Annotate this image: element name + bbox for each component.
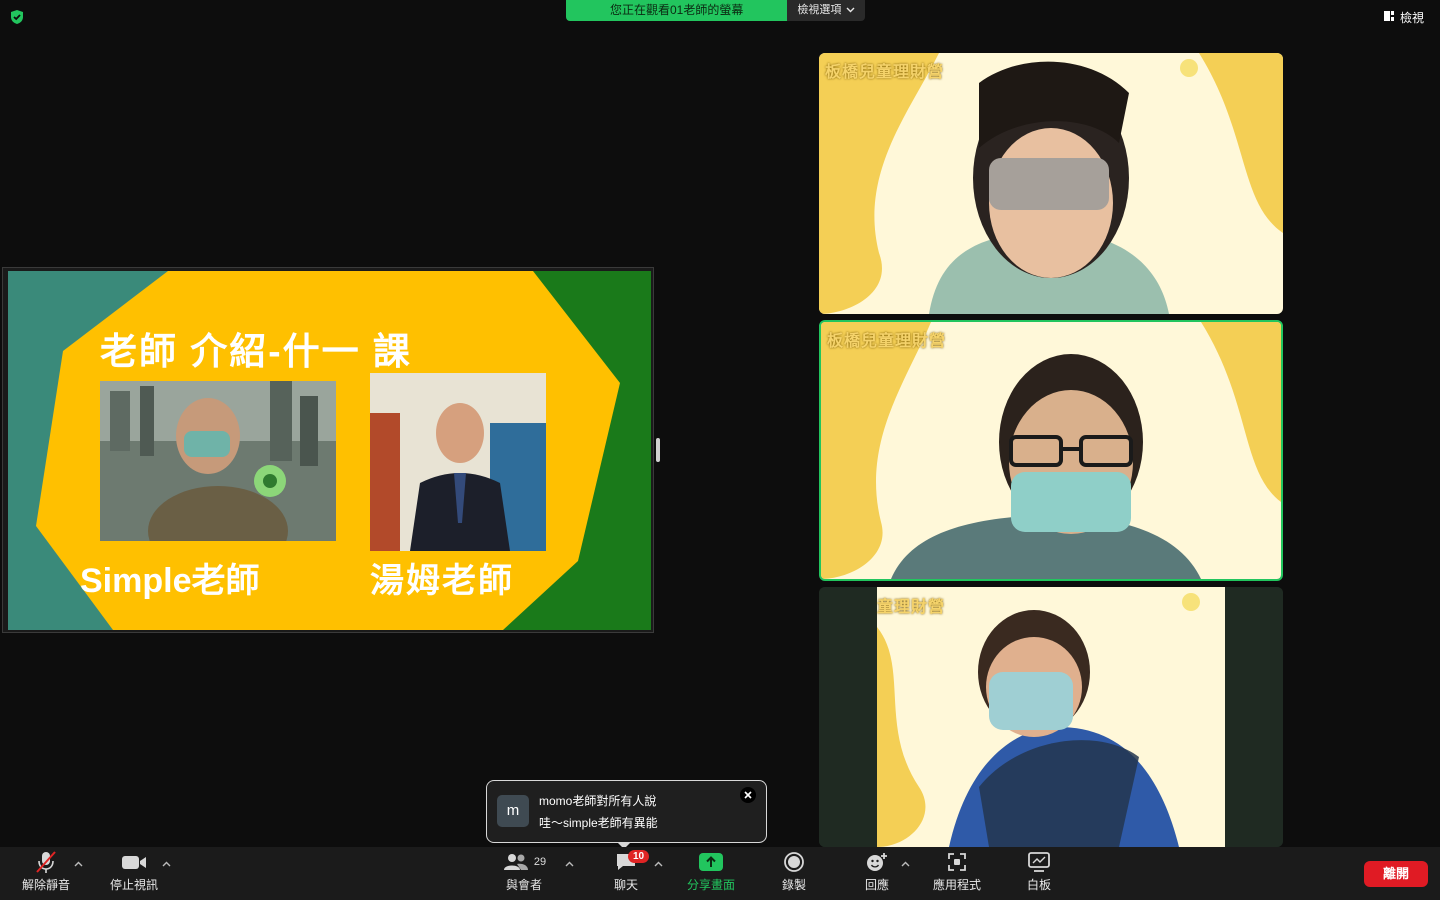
chevron-up-icon: [74, 861, 83, 867]
view-options-button[interactable]: 檢視選項: [787, 0, 866, 21]
video-camera-icon: [120, 847, 148, 877]
apps-label: 應用程式: [932, 878, 981, 892]
participants-options-caret[interactable]: [565, 859, 574, 870]
record-button[interactable]: 錄製: [774, 847, 814, 900]
chevron-up-icon: [162, 861, 171, 867]
view-button[interactable]: 檢視: [1383, 9, 1424, 26]
share-screen-button[interactable]: 分享畫面: [682, 847, 740, 900]
sender-avatar: m: [497, 795, 529, 827]
chat-notification[interactable]: m momo老師對所有人說 哇～simple老師有異能: [486, 780, 767, 843]
video-tile-active-speaker[interactable]: 板橋兒童理財營: [819, 320, 1283, 581]
presentation-slide: 老師 介紹-什一 課 Simple老師 湯姆老師: [8, 271, 651, 630]
chat-button[interactable]: 10 聊天: [606, 847, 650, 900]
share-screen-label: 分享畫面: [686, 878, 735, 892]
reactions-label: 回應: [864, 878, 889, 892]
close-icon: [744, 791, 752, 799]
shared-screen[interactable]: 老師 介紹-什一 課 Simple老師 湯姆老師: [2, 267, 654, 633]
view-label: 檢視: [1399, 11, 1424, 25]
chat-message: 哇～simple老師有異能: [539, 816, 658, 830]
photo-tom-teacher: [370, 373, 546, 551]
view-options-label: 檢視選項: [797, 4, 842, 16]
participant-1-video: [819, 53, 1283, 314]
security-shield-icon[interactable]: [9, 9, 25, 25]
screen-share-banner: 您正在觀看01老師的螢幕 檢視選項: [566, 0, 866, 21]
video-options-caret[interactable]: [162, 859, 171, 870]
participant-1-background-title: 板橋兒童理財營: [825, 64, 945, 81]
reactions-options-caret[interactable]: [901, 859, 910, 870]
chevron-down-icon: [846, 0, 855, 21]
chat-bubble-icon: 10: [614, 847, 650, 877]
participants-icon: 29: [502, 847, 546, 877]
record-icon: [783, 847, 805, 877]
stop-video-button[interactable]: 停止視訊: [106, 847, 162, 900]
caption-tom-teacher: 湯姆老師: [370, 562, 514, 600]
video-tile-participant-1[interactable]: 板橋兒童理財營: [819, 53, 1283, 314]
sharing-message: 您正在觀看01老師的螢幕: [566, 0, 788, 21]
chevron-up-icon: [565, 861, 574, 867]
record-label: 錄製: [781, 878, 806, 892]
microphone-muted-icon: [33, 847, 59, 877]
share-screen-icon: [698, 847, 724, 877]
close-notification-button[interactable]: [740, 787, 756, 803]
chat-label: 聊天: [613, 878, 638, 892]
unmute-button[interactable]: 解除靜音: [18, 847, 74, 900]
reactions-button[interactable]: 回應: [857, 847, 897, 900]
view-layout-icon: [1383, 10, 1395, 25]
stop-video-label: 停止視訊: [109, 878, 158, 892]
participants-count: 29: [533, 856, 547, 868]
slide-title: 老師 介紹-什一 課: [100, 331, 412, 372]
participant-2-video: [821, 322, 1281, 579]
whiteboard-icon: [1027, 847, 1051, 877]
caption-simple-teacher: Simple老師: [80, 562, 260, 600]
whiteboard-label: 白板: [1026, 878, 1051, 892]
participants-label: 與會者: [505, 878, 542, 892]
chevron-up-icon: [901, 861, 910, 867]
apps-icon: [946, 847, 968, 877]
participant-2-background-title: 板橋兒童理財營: [827, 333, 947, 350]
chat-sender: momo老師對所有人說: [539, 794, 657, 808]
chevron-up-icon: [654, 861, 663, 867]
chat-options-caret[interactable]: [654, 859, 663, 870]
unmute-label: 解除靜音: [21, 878, 70, 892]
meeting-toolbar: 解除靜音 停止視訊 29 與會者 10 聊天 分享畫面 錄製 回應 應用程式 白…: [0, 847, 1440, 900]
chat-unread-badge: 10: [628, 850, 650, 863]
leave-meeting-button[interactable]: 離開: [1364, 861, 1428, 887]
participant-3-video: [819, 587, 1283, 847]
smiley-plus-icon: [865, 847, 889, 877]
panel-splitter-handle[interactable]: [656, 438, 660, 462]
participant-3-background-title: 童理財營: [877, 599, 946, 616]
video-tile-participant-3[interactable]: 童理財營: [819, 587, 1283, 847]
whiteboard-button[interactable]: 白板: [1022, 847, 1056, 900]
audio-options-caret[interactable]: [74, 859, 83, 870]
photo-simple-teacher: [100, 381, 336, 541]
participants-button[interactable]: 29 與會者: [500, 847, 548, 900]
apps-button[interactable]: 應用程式: [929, 847, 985, 900]
